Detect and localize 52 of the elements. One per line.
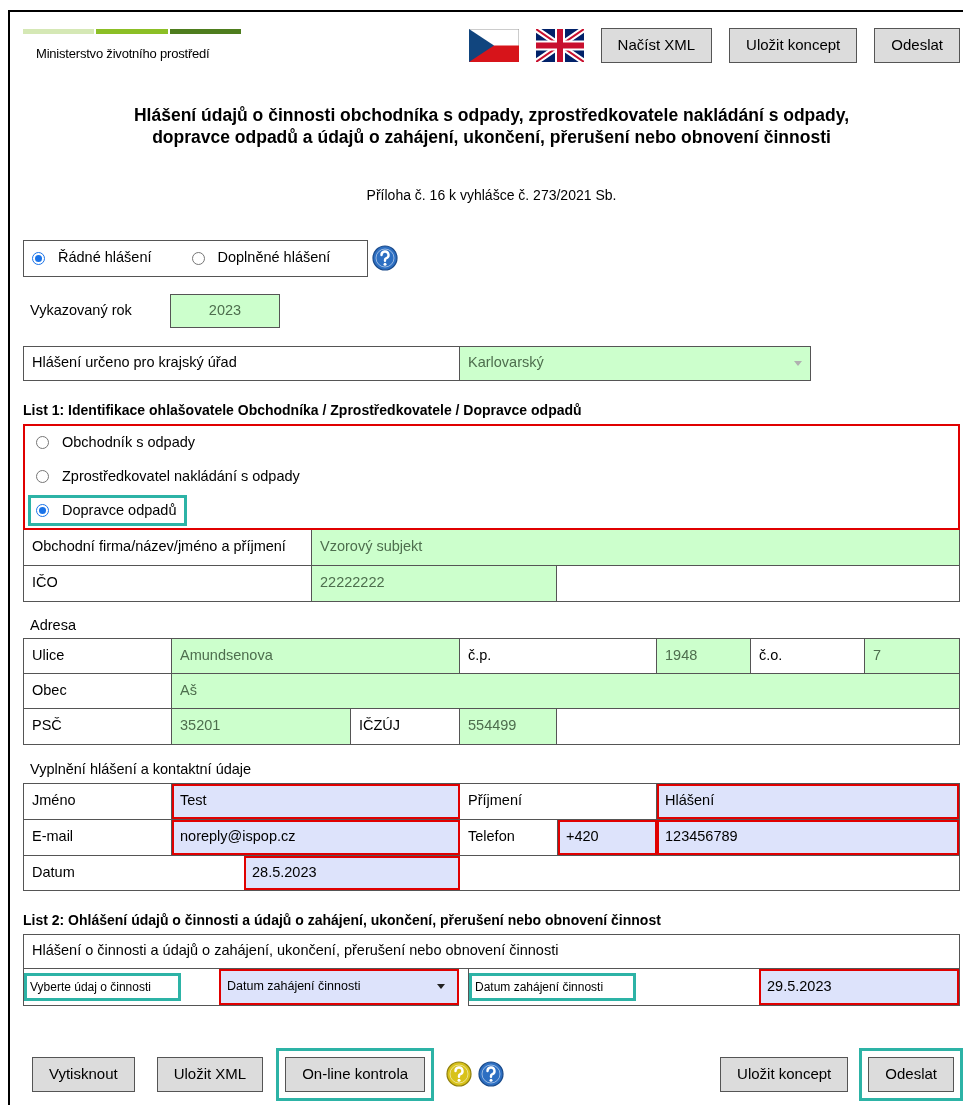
text-field[interactable]: Vzorový subjekt	[312, 529, 959, 565]
radio-button[interactable]	[36, 504, 49, 517]
form-title: Hlášení údajů o činnosti obchodníka s odpady, zprostředkovatele nakládání s odpady,	[133, 103, 850, 126]
dropdown-caret-icon	[437, 984, 445, 989]
help-icon[interactable]	[478, 1061, 505, 1087]
text-field[interactable]: noreply@ispop.cz	[172, 819, 460, 855]
form-title: dopravce odpadů a údajů o zahájení, ukončení, přerušení nebo obnovení činnosti	[152, 125, 831, 148]
section-heading: Adresa	[29, 615, 77, 635]
radio-label[interactable]: Zprostředkovatel nakládání s odpady	[62, 465, 300, 488]
button[interactable]: Vytisknout	[32, 1056, 135, 1092]
radio-button[interactable]	[36, 436, 49, 449]
text-field[interactable]: Hlášení	[657, 783, 959, 819]
text-field[interactable]: Aš	[172, 673, 959, 708]
button[interactable]: Uložit koncept	[720, 1056, 849, 1092]
button[interactable]: Načíst XML	[600, 28, 713, 63]
radio-label[interactable]: Řádné hlášení	[58, 247, 152, 269]
text-field[interactable]: 7	[865, 638, 959, 673]
text-field[interactable]: 554499	[460, 708, 557, 744]
help-icon[interactable]	[446, 1061, 473, 1087]
button[interactable]: Uložit koncept	[729, 28, 858, 63]
text-field[interactable]: 35201	[172, 708, 351, 744]
radio-label[interactable]: Dopravce odpadů	[62, 499, 177, 522]
button[interactable]: Uložit XML	[156, 1056, 264, 1092]
radio-button[interactable]	[36, 470, 49, 483]
radio-label[interactable]: Obchodník s odpady	[62, 431, 195, 454]
year-field[interactable]: 2023	[170, 293, 280, 328]
text-field[interactable]: 123456789	[657, 819, 959, 855]
section-heading: List 1: Identifikace ohlašovatele Obchodníka / Zprostředkovatele / Dopravce odpadů	[23, 400, 583, 420]
field-label: Vykazovaný rok	[29, 300, 133, 320]
text-field[interactable]: Amundsenova	[172, 638, 460, 673]
button[interactable]: Odeslat	[868, 1056, 954, 1092]
text-field[interactable]: 22222222	[312, 565, 557, 601]
help-icon[interactable]	[372, 245, 398, 271]
czech-flag-icon[interactable]	[468, 29, 519, 62]
section-description: Hlášení o činnosti a údajů o zahájení, ukončení, přerušení nebo obnovení činnosti	[23, 933, 960, 969]
text-field[interactable]: Test	[172, 783, 460, 819]
button[interactable]: Odeslat	[874, 28, 960, 63]
section-heading: List 2: Ohlášení údajů o činnosti a údajů o zahájení, ukončení, přerušení nebo obnovení činnost	[23, 910, 662, 930]
field-label: Datum	[31, 862, 76, 882]
section-heading: Vyplnění hlášení a kontaktní údaje	[29, 759, 253, 779]
radio-label[interactable]: Doplněné hlášení	[217, 247, 331, 269]
button[interactable]: On-line kontrola	[285, 1056, 426, 1092]
field-label: Vyberte údaj o činnosti	[24, 972, 181, 1001]
text-field[interactable]: +420	[558, 819, 657, 855]
text-field[interactable]: 1948	[657, 638, 751, 673]
radio-button[interactable]	[32, 251, 45, 265]
text-field[interactable]: 28.5.2023	[244, 855, 460, 890]
radio-button[interactable]	[191, 251, 205, 265]
form-subtitle: Příloha č. 16 k vyhlášce č. 273/2021 Sb.	[366, 185, 617, 205]
activity-select[interactable]: Datum zahájení činnosti	[219, 968, 459, 1005]
british-flag-icon[interactable]	[535, 29, 584, 62]
ministry-logo: Ministerstvo životního prostředí	[23, 28, 241, 64]
